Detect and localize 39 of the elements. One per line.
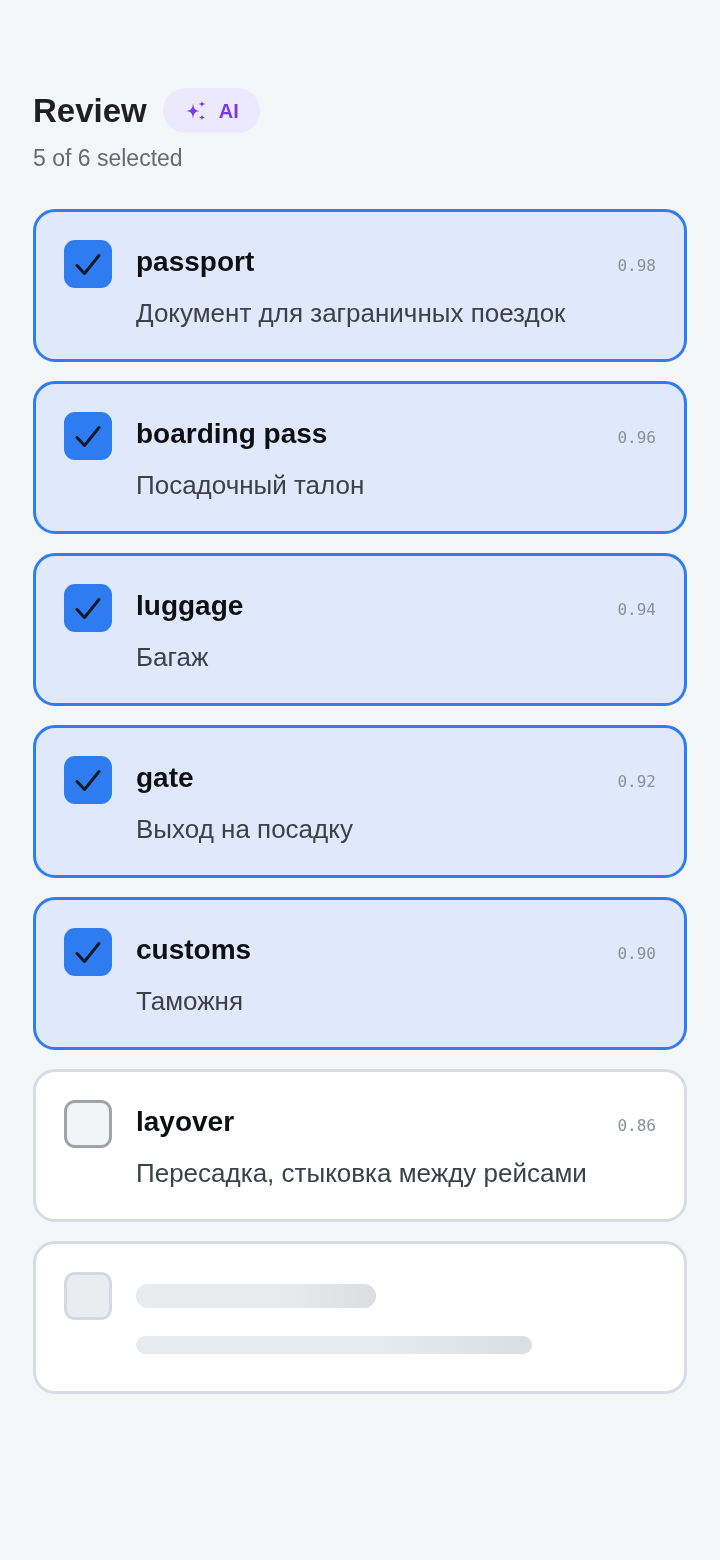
term-title: layover (136, 1105, 235, 1139)
term-card[interactable]: luggage 0.94 Багаж (33, 553, 687, 706)
translation-text: Багаж (136, 641, 209, 674)
check-icon (75, 252, 101, 276)
confidence-score: 0.92 (617, 772, 656, 792)
term-card[interactable]: layover 0.86 Пересадка, стыковка между рейсами (33, 1069, 687, 1222)
translation-text: Документ для заграничных поездок (136, 297, 566, 330)
page-title: Review (33, 91, 147, 131)
confidence-score: 0.86 (617, 1116, 656, 1136)
confidence-score: 0.96 (617, 428, 656, 448)
term-title: gate (136, 761, 194, 795)
checkbox[interactable] (64, 412, 112, 460)
confidence-score: 0.98 (617, 256, 656, 276)
check-icon (75, 596, 101, 620)
ai-label: AI (218, 98, 239, 123)
term-card[interactable]: boarding pass 0.96 Посадочный талон (33, 381, 687, 534)
term-card[interactable]: customs 0.90 Таможня (33, 897, 687, 1050)
term-card[interactable]: gate 0.92 Выход на посадку (33, 725, 687, 878)
check-icon (75, 424, 101, 448)
confidence-score: 0.90 (617, 944, 656, 964)
checkbox[interactable] (64, 584, 112, 632)
term-title: luggage (136, 589, 244, 623)
check-icon (75, 940, 101, 964)
translation-text: Посадочный талон (136, 469, 365, 502)
selection-count: 5 of 6 selected (33, 145, 183, 171)
checkbox[interactable] (64, 240, 112, 288)
translation-text: Выход на посадку (136, 813, 353, 846)
checkbox[interactable] (64, 1100, 112, 1148)
placeholder-square (64, 1272, 112, 1320)
confidence-score: 0.94 (617, 600, 656, 620)
checkbox[interactable] (64, 928, 112, 976)
term-title: passport (136, 245, 255, 279)
term-title: boarding pass (136, 417, 328, 451)
term-card[interactable]: passport 0.98 Документ для заграничных поездок (33, 209, 687, 362)
translation-text: Таможня (136, 985, 244, 1018)
checkbox[interactable] (64, 756, 112, 804)
term-title: customs (136, 933, 252, 967)
check-icon (75, 768, 101, 792)
translation-text: Пересадка, стыковка между рейсами (136, 1157, 587, 1190)
